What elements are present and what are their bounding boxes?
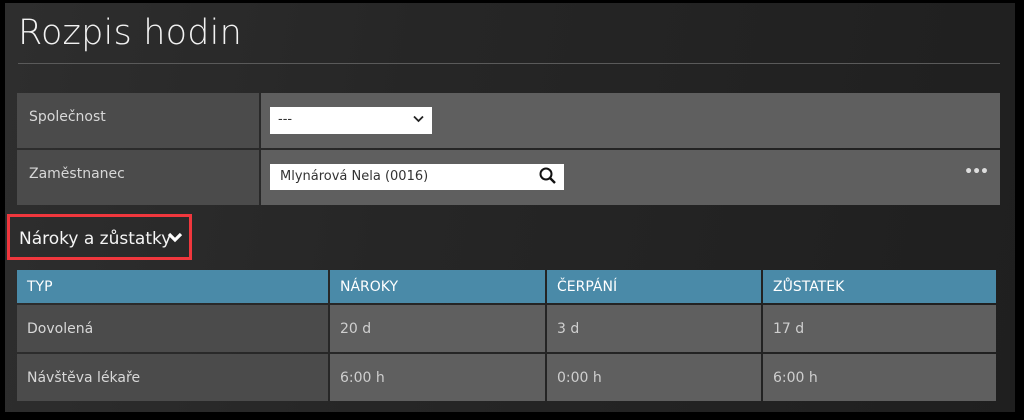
chevron-down-icon [413, 112, 424, 126]
type-cell: Dovolená [17, 305, 328, 352]
used-cell: 3 d [547, 305, 761, 352]
balance-cell: 6:00 h [763, 354, 996, 401]
entitlements-table: TYP NÁROKY ČERPÁNÍ ZŮSTATEK Dovolená 20 … [15, 268, 998, 403]
entitlement-cell: 6:00 h [330, 354, 545, 401]
company-cell: --- [261, 93, 1000, 148]
page: Rozpis hodin Společnost --- Zaměstnanec … [5, 3, 1015, 412]
employee-search-input[interactable]: Mlynárová Nela (0016) [270, 164, 564, 190]
page-title: Rozpis hodin [18, 13, 242, 53]
company-label: Společnost [17, 93, 259, 148]
section-toggle[interactable]: Nároky a zůstatky [7, 214, 192, 260]
company-row: Společnost --- [17, 93, 1000, 148]
employee-value: Mlynárová Nela (0016) [280, 169, 429, 184]
company-select[interactable]: --- [270, 107, 432, 134]
table-row: Návštěva lékaře 6:00 h 0:00 h 6:00 h [17, 354, 996, 401]
column-header: ČERPÁNÍ [547, 270, 761, 303]
column-header: NÁROKY [330, 270, 545, 303]
balance-cell: 17 d [763, 305, 996, 352]
type-cell: Návštěva lékaře [17, 354, 328, 401]
chevron-down-icon [167, 229, 183, 249]
table-row: Dovolená 20 d 3 d 17 d [17, 305, 996, 352]
company-select-value: --- [278, 112, 293, 127]
column-header: ZŮSTATEK [763, 270, 996, 303]
filter-form: Společnost --- Zaměstnanec Mlynárová Nel… [17, 93, 1000, 207]
section-title: Nároky a zůstatky [19, 229, 172, 249]
employee-cell: Mlynárová Nela (0016) ••• [261, 150, 1000, 205]
divider [18, 63, 1000, 64]
employee-label: Zaměstnanec [17, 150, 259, 205]
more-options-button[interactable]: ••• [964, 164, 989, 180]
used-cell: 0:00 h [547, 354, 761, 401]
entitlement-cell: 20 d [330, 305, 545, 352]
search-icon[interactable] [538, 166, 558, 190]
employee-row: Zaměstnanec Mlynárová Nela (0016) ••• [17, 150, 1000, 205]
column-header: TYP [17, 270, 328, 303]
table-header-row: TYP NÁROKY ČERPÁNÍ ZŮSTATEK [17, 270, 996, 303]
